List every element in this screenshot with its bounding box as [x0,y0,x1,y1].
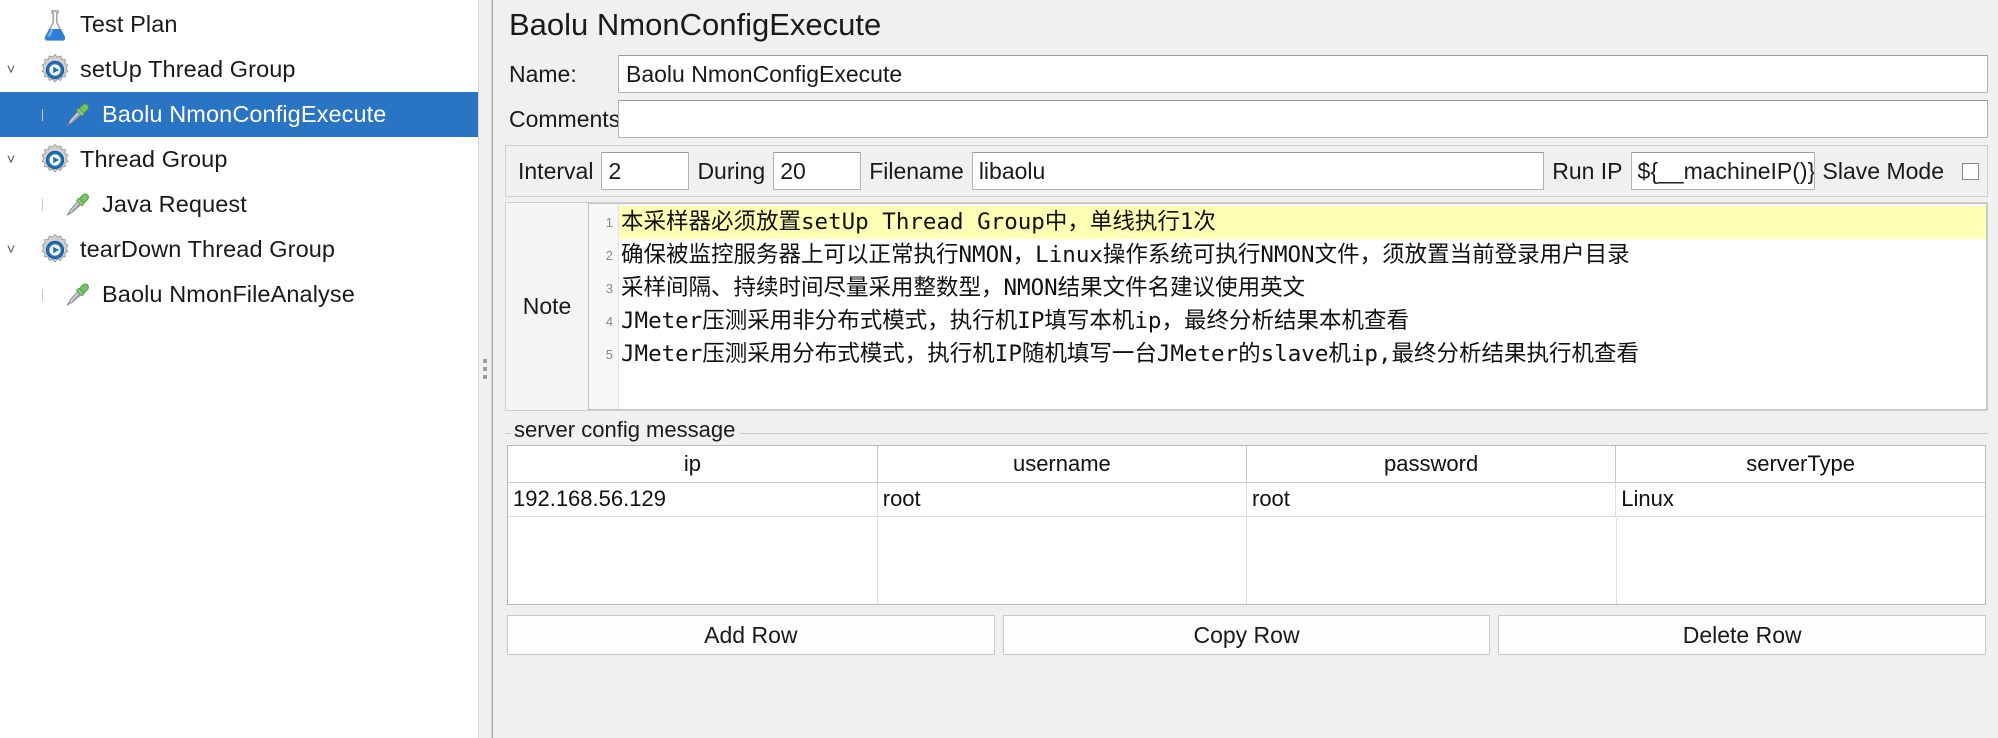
row-action-buttons: Add Row Copy Row Delete Row [505,615,1988,656]
sampler-icon [54,188,100,222]
server-config-table[interactable]: ip username password serverType 192.168.56.… [508,446,1985,517]
note-line: 采样间隔、持续时间尽量采用整数型，NMON结果文件名建议使用英文 [621,275,1306,302]
table-column-header[interactable]: username [877,446,1248,483]
note-line-number: 2 [605,248,613,264]
tree-item-thread-group[interactable]: ˅ Thread Group [0,137,478,182]
note-line: JMeter压测采用分布式模式，执行机IP随机填写一台JMeter的slave机… [621,341,1640,368]
note-line: 确保被监控服务器上可以正常执行NMON，Linux操作系统可执行NMON文件，须… [621,242,1630,269]
tree-item-label: Test Plan [80,11,178,37]
delete-row-button[interactable]: Delete Row [1498,615,1987,656]
tree-item-setup-thread-group[interactable]: ˅ setUp Thread Group [0,47,478,92]
thread-group-icon [41,53,69,83]
tree-item-baolu-nmonfileanalyse[interactable]: Baolu NmonFileAnalyse [0,272,478,317]
tree-item-label: Baolu NmonConfigExecute [102,101,387,127]
flask-icon [32,8,78,42]
tree-item-label: Java Request [102,191,247,217]
server-config-table-holder[interactable]: ip username password serverType 192.168.56.… [507,445,1986,606]
comments-input[interactable] [618,100,1988,139]
filename-input[interactable]: libaolu [971,152,1545,191]
interval-input[interactable]: 2 [601,152,690,191]
chevron-down-icon[interactable]: ˅ [0,62,22,77]
note-line-number: 1 [605,215,613,231]
filename-label: Filename [869,157,964,184]
note-line-numbers: 1 2 3 4 5 [589,204,619,410]
table-empty-column [1247,518,1617,605]
sampler-icon [66,102,89,126]
panel-splitter[interactable] [478,0,492,738]
note-editor[interactable]: 1 2 3 4 5 本采样器必须放置setUp Thread Group中，单线执行1次… [588,203,1987,411]
name-input[interactable]: Baolu NmonConfigExecute [618,55,1988,94]
tree-list: Test Plan ˅ setUp Thread Group Baolu NmonCo… [0,0,478,317]
table-column-header[interactable]: serverType [1615,446,1985,483]
note-area: Note 1 2 3 4 5 本采样器必须放置setUp Thread Group中，单… [505,202,1988,412]
table-empty-column [508,518,878,605]
copy-row-button[interactable]: Copy Row [1002,615,1491,656]
thread-group-icon [32,233,78,267]
note-line: 本采样器必须放置setUp Thread Group中，单线执行1次 [619,206,1986,240]
during-label: During [697,157,766,184]
note-line-number: 5 [605,347,613,363]
tree-item-label: tearDown Thread Group [80,236,336,262]
comments-label: Comments: [509,105,627,132]
thread-group-icon [41,233,69,263]
page-title: Baolu NmonConfigExecute [509,7,882,42]
name-label: Name: [509,60,577,87]
table-cell-password[interactable]: root [1246,482,1617,517]
table-header-row: ip username password serverType [508,446,1985,483]
tree-item-teardown-thread-group[interactable]: ˅ tearDown Thread Group [0,227,478,272]
table-body[interactable]: 192.168.56.129 root root Linux [508,482,1985,517]
tree-item-java-request[interactable]: Java Request [0,182,478,227]
thread-group-icon [32,143,78,177]
table-cell-username[interactable]: root [877,482,1248,517]
table-empty-area[interactable] [508,518,1986,605]
during-input[interactable]: 20 [773,152,862,191]
server-config-title: server config message [511,417,741,444]
test-plan-tree[interactable]: Test Plan ˅ setUp Thread Group Baolu NmonCo… [0,0,478,738]
table-empty-column [878,518,1247,605]
table-cell-serverType[interactable]: Linux [1615,482,1985,517]
table-column-header[interactable]: ip [508,446,878,483]
table-cell-ip[interactable]: 192.168.56.129 [508,482,878,517]
note-line-number: 3 [605,281,613,297]
runip-label: Run IP [1552,157,1623,184]
table-empty-column [1617,518,1986,604]
name-field-row: Name: Baolu NmonConfigExecute [505,53,1988,95]
runip-input[interactable]: ${__machineIP()} [1630,152,1815,191]
thread-group-icon [32,53,78,87]
comments-field-row: Comments: [505,98,1988,140]
table-row[interactable]: 192.168.56.129 root root Linux [508,482,1985,517]
sampler-icon [54,278,100,312]
note-line: JMeter压测采用非分布式模式，执行机IP填写本机ip，最终分析结果本机查看 [621,308,1409,335]
slave-mode-label: Slave Mode [1822,157,1944,184]
chevron-down-icon[interactable]: ˅ [0,152,22,167]
splitter-grip-icon [483,359,487,379]
note-line-number: 4 [605,314,613,330]
flask-icon [44,9,66,41]
jmeter-window: Test Plan ˅ setUp Thread Group Baolu NmonCo… [0,0,1998,738]
tree-item-test-plan[interactable]: Test Plan [0,2,478,47]
tree-item-label: Baolu NmonFileAnalyse [102,281,355,307]
note-label: Note [506,203,588,411]
server-config-group: server config message ip username password… [505,417,1988,607]
slave-mode-checkbox[interactable] [1962,162,1979,180]
sampler-icon [54,98,100,132]
sampler-icon [66,282,89,306]
add-row-button[interactable]: Add Row [507,615,995,656]
thread-group-icon [41,143,69,173]
interval-label: Interval [518,157,594,184]
sampler-config-panel: Baolu NmonConfigExecute Name: Baolu Nmon… [492,0,1998,738]
nmon-config-bar: Interval 2 During 20 Filename libaolu Ru… [505,145,1988,198]
table-column-header[interactable]: password [1246,446,1617,483]
tree-item-label: Thread Group [80,146,228,172]
note-text-lines: 本采样器必须放置setUp Thread Group中，单线执行1次 确保被监控服… [619,204,1986,409]
sampler-icon [66,192,89,216]
chevron-down-icon[interactable]: ˅ [0,242,22,257]
tree-item-label: setUp Thread Group [80,56,296,82]
tree-item-baolu-nmonconfigexecute[interactable]: Baolu NmonConfigExecute [0,92,478,137]
